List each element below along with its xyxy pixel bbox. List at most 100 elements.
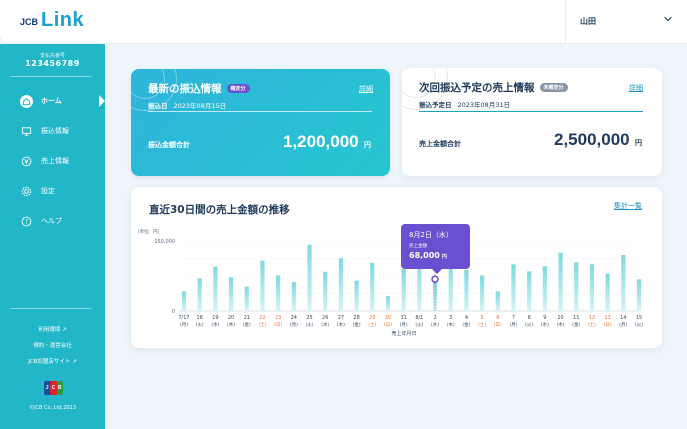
sidebar-divider	[10, 308, 92, 309]
chart-tooltip: 8月2日（水） 売上金額 68,000 円	[401, 224, 470, 274]
link-label: JCB加盟店サイト	[28, 359, 71, 365]
date-value: 2023年08月15日	[173, 102, 227, 110]
date-label: 振込日	[148, 102, 168, 110]
x-tick-weekday: (土)	[588, 321, 596, 328]
date-value: 2023年08月31日	[457, 101, 511, 109]
x-tick-label: 7/17	[178, 315, 189, 321]
x-tick-weekday: (土)	[258, 321, 266, 328]
x-tick-weekday: (木)	[557, 321, 565, 328]
x-tick-weekday: (火)	[525, 322, 533, 328]
x-tick-label: 14	[620, 315, 626, 321]
account-number-label: 支払先番号	[39, 53, 65, 59]
x-tick-weekday: (月)	[400, 322, 408, 328]
chart-bar	[213, 266, 218, 311]
chart-bar	[574, 262, 579, 311]
app-header: JCB Link 山田	[0, 0, 687, 44]
chart-bar	[354, 280, 359, 311]
transfer-date-row: 振込予定日 2023年08月31日	[419, 99, 510, 109]
external-link-icon: ↗	[62, 327, 67, 333]
unit-label: 円	[635, 139, 642, 147]
x-tick-weekday: (土)	[368, 321, 376, 328]
logo-text: Link	[41, 9, 85, 31]
jcb-brand-logo: JCB	[44, 381, 63, 395]
x-tick-label: 31	[400, 315, 406, 321]
chart-bar	[542, 266, 547, 311]
total-value: 1,200,000	[283, 132, 359, 151]
x-tick-label: 23	[275, 315, 281, 321]
x-tick-label: 28	[353, 315, 359, 321]
chart-bar	[527, 271, 532, 311]
total-label: 売上金額合計	[419, 140, 461, 148]
x-tick-weekday: (金)	[462, 321, 470, 328]
user-menu[interactable]: 山田	[565, 0, 687, 44]
x-tick-label: 21	[244, 315, 250, 321]
title-text: 次回振込予定の売上情報	[419, 82, 535, 94]
x-tick-label: 22	[259, 315, 265, 321]
x-tick-weekday: (水)	[321, 321, 329, 328]
y-tick-label: 0	[172, 309, 175, 315]
link-merchant-site[interactable]: JCB加盟店サイト ↗	[0, 357, 105, 365]
copyright: ©JCB Co.,Ltd.2023	[29, 405, 76, 411]
account-number: 123456789	[25, 59, 80, 68]
link-terms[interactable]: 規約・運営会社	[0, 341, 105, 349]
x-tick-weekday: (水)	[211, 321, 219, 328]
chart-bar	[276, 275, 281, 311]
link-environment[interactable]: 利用環境 ↗	[0, 325, 105, 333]
status-badge: 未確定分	[539, 83, 568, 92]
chart-bar	[558, 252, 563, 311]
x-tick-label: 12	[589, 315, 595, 321]
x-tick-weekday: (日)	[494, 322, 502, 328]
x-tick-label: 8/1	[415, 315, 423, 321]
tooltip-value: 68,000 円	[409, 251, 447, 260]
external-link-icon: ↗	[72, 359, 77, 365]
x-tick-label: 11	[573, 315, 579, 321]
link-label: 規約・運営会社	[33, 343, 72, 349]
sales-bar-chart: （単位：円）150,00007/17(月)18(火)19(水)20(木)21(金…	[135, 228, 643, 337]
x-tick-weekday: (金)	[243, 321, 251, 328]
x-tick-label: 7	[512, 315, 515, 321]
sidebar-item-home[interactable]: ホーム	[20, 93, 62, 109]
unit-label: 円	[364, 141, 371, 149]
next-transfer-card: 次回振込予定の売上情報 未確定分 詳細 振込予定日 2023年08月31日 売上金…	[402, 68, 662, 176]
divider	[148, 111, 372, 112]
x-tick-weekday: (月)	[619, 322, 627, 328]
sidebar-item-help[interactable]: ? ヘルプ	[20, 213, 62, 229]
chart-bar	[636, 279, 642, 311]
sidebar-item-sales[interactable]: 売上情報	[20, 153, 69, 169]
x-tick-label: 5	[481, 315, 484, 321]
x-tick-label: 25	[306, 315, 312, 321]
chart-bar	[307, 244, 312, 311]
transfer-icon	[20, 125, 33, 138]
tooltip-unit: 円	[441, 254, 447, 260]
x-tick-weekday: (日)	[274, 322, 282, 328]
x-tick-weekday: (火)	[635, 322, 643, 328]
x-tick-label: 30	[385, 315, 391, 321]
chart-bar	[228, 277, 234, 311]
x-tick-label: 15	[636, 315, 642, 321]
chart-bar	[401, 269, 406, 311]
detail-link[interactable]: 詳細	[359, 84, 373, 94]
sidebar-item-label: 売上情報	[41, 157, 69, 165]
sidebar-item-label: 設定	[41, 187, 55, 195]
x-axis-label: 売上年月日	[391, 330, 416, 337]
sidebar-item-transfer[interactable]: 振込情報	[20, 123, 69, 139]
sales-trend-card: 直近30日間の売上金額の推移 集計一覧 （単位：円） 150,000 0 7/17 (月…	[131, 187, 662, 348]
chart-bar	[495, 291, 500, 311]
x-tick-weekday: (日)	[384, 322, 392, 328]
chart-bar	[511, 264, 516, 311]
jcb-link-logo[interactable]: JCB Link	[20, 10, 84, 30]
user-name: 山田	[580, 17, 596, 26]
tooltip-date: 8月2日（水）	[409, 231, 453, 239]
chart-bar	[464, 269, 469, 311]
x-tick-label: 24	[291, 315, 297, 321]
x-tick-weekday: (日)	[604, 322, 612, 328]
gear-icon	[20, 185, 33, 198]
sidebar-item-settings[interactable]: 設定	[20, 183, 55, 199]
chevron-down-icon	[664, 16, 672, 22]
x-tick-label: 9	[543, 315, 546, 321]
x-tick-weekday: (水)	[541, 321, 549, 328]
x-tick-label: 2	[433, 315, 436, 321]
x-tick-weekday: (金)	[572, 321, 580, 328]
detail-link[interactable]: 詳細	[629, 83, 643, 93]
x-tick-label: 4	[465, 315, 468, 321]
